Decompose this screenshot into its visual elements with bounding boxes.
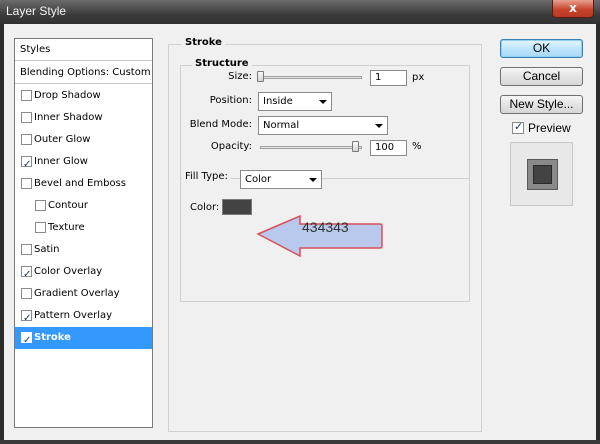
window-frame-bottom [0, 440, 600, 444]
styles-list: Styles Blending Options: Custom Drop Sha… [14, 38, 153, 428]
style-item-label: Color Overlay [34, 266, 103, 277]
style-item-label: Texture [48, 222, 85, 233]
preview-inner-square [533, 165, 552, 184]
style-item-label: Bevel and Emboss [34, 178, 126, 189]
style-item-texture[interactable]: Texture [15, 217, 152, 239]
checkbox[interactable] [21, 134, 32, 145]
blend-mode-label: Blend Mode: [189, 119, 252, 130]
style-item-bevel-emboss[interactable]: Bevel and Emboss [15, 173, 152, 195]
style-item-drop-shadow[interactable]: Drop Shadow [15, 85, 152, 107]
fill-type-value: Color [245, 174, 272, 185]
opacity-label: Opacity: [210, 141, 252, 152]
styles-header[interactable]: Styles [15, 39, 152, 61]
style-item-inner-glow[interactable]: Inner Glow [15, 151, 152, 175]
size-slider-handle[interactable] [257, 71, 264, 82]
checkbox[interactable] [21, 244, 32, 255]
title-bar: Layer Style x [0, 0, 600, 24]
style-item-pattern-overlay[interactable]: Pattern Overlay [15, 305, 152, 329]
style-item-inner-shadow[interactable]: Inner Shadow [15, 107, 152, 129]
checkbox[interactable] [35, 200, 46, 211]
chevron-down-icon [319, 100, 327, 104]
checkbox[interactable] [21, 288, 32, 299]
position-label: Position: [209, 95, 252, 106]
preview-outer-square [527, 159, 558, 190]
preview-checkbox[interactable] [512, 120, 524, 134]
style-item-label: Outer Glow [34, 134, 91, 145]
style-item-label: Inner Glow [34, 156, 88, 167]
position-select[interactable]: Inside [258, 92, 332, 111]
checkbox[interactable] [21, 90, 32, 101]
size-unit: px [412, 72, 425, 83]
color-label: Color: [190, 202, 220, 213]
blend-mode-select[interactable]: Normal [258, 116, 388, 135]
ok-button[interactable]: OK [500, 39, 583, 58]
style-item-label: Inner Shadow [34, 112, 103, 123]
styles-header-label: Styles [20, 44, 51, 55]
preview-label: Preview [528, 121, 571, 135]
style-item-label: Gradient Overlay [34, 288, 120, 299]
dialog-body: Styles Blending Options: Custom Drop Sha… [4, 24, 596, 440]
opacity-slider-handle[interactable] [352, 141, 359, 152]
style-item-label: Contour [48, 200, 88, 211]
checkbox[interactable] [35, 222, 46, 233]
stroke-group-title: Stroke [182, 37, 225, 48]
preview-thumbnail [510, 142, 573, 206]
style-item-stroke[interactable]: Stroke [15, 327, 152, 351]
opacity-input[interactable]: 100 [370, 140, 407, 156]
checkbox[interactable] [21, 178, 32, 189]
checkbox[interactable] [21, 112, 32, 123]
style-item-outer-glow[interactable]: Outer Glow [15, 129, 152, 151]
size-slider[interactable] [260, 76, 362, 79]
callout-text: 434343 [302, 219, 349, 235]
blending-options-label: Blending Options: Custom [20, 67, 151, 78]
fill-type-select[interactable]: Color [240, 170, 322, 189]
position-value: Inside [263, 96, 293, 107]
checkbox-checked[interactable] [21, 308, 32, 329]
style-item-contour[interactable]: Contour [15, 195, 152, 217]
checkbox-checked[interactable] [21, 330, 32, 351]
opacity-slider[interactable] [260, 146, 362, 149]
size-label: Size: [228, 71, 252, 82]
chevron-down-icon [309, 178, 317, 182]
style-item-gradient-overlay[interactable]: Gradient Overlay [15, 283, 152, 305]
cancel-button[interactable]: Cancel [500, 67, 583, 86]
style-item-satin[interactable]: Satin [15, 239, 152, 261]
window-title: Layer Style [6, 4, 67, 18]
opacity-unit: % [412, 141, 422, 152]
style-item-color-overlay[interactable]: Color Overlay [15, 261, 152, 285]
blend-mode-value: Normal [263, 120, 300, 131]
style-item-label: Stroke [34, 332, 71, 343]
structure-group-title: Structure [192, 58, 252, 69]
blending-options-item[interactable]: Blending Options: Custom [15, 62, 152, 84]
fill-type-label: Fill Type: [182, 171, 231, 182]
style-item-label: Drop Shadow [34, 90, 101, 101]
close-icon[interactable]: x [552, 0, 594, 18]
color-swatch[interactable] [222, 199, 252, 215]
chevron-down-icon [375, 124, 383, 128]
checkbox-checked[interactable] [21, 264, 32, 285]
checkbox-checked[interactable] [21, 154, 32, 175]
style-item-label: Satin [34, 244, 60, 255]
size-input[interactable]: 1 [370, 70, 407, 86]
style-item-label: Pattern Overlay [34, 310, 113, 321]
new-style-button[interactable]: New Style... [500, 95, 583, 114]
